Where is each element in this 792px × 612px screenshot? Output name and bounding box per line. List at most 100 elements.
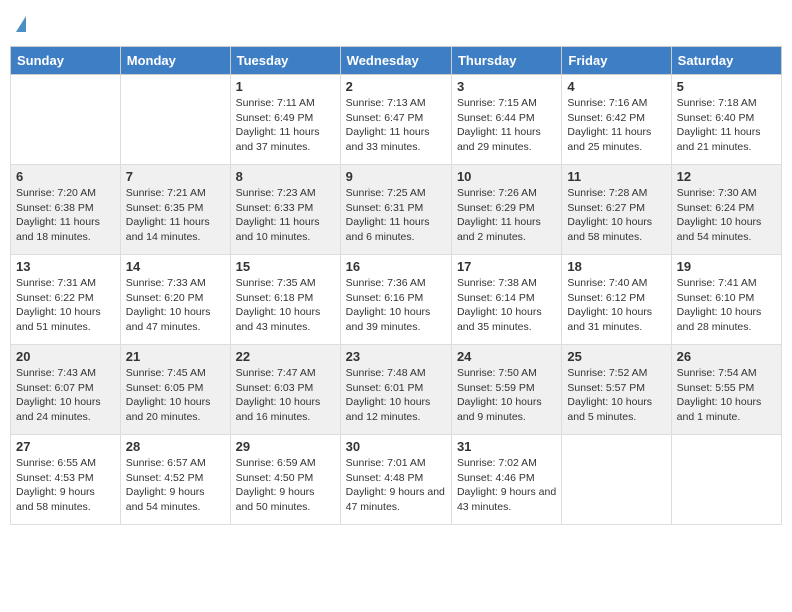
calendar-cell: 22 Sunrise: 7:47 AMSunset: 6:03 PMDayligh… xyxy=(230,345,340,435)
calendar-cell: 29 Sunrise: 6:59 AMSunset: 4:50 PMDayligh… xyxy=(230,435,340,525)
calendar-header-row: SundayMondayTuesdayWednesdayThursdayFrid… xyxy=(11,47,782,75)
day-number: 17 xyxy=(457,259,556,274)
day-of-week-header: Sunday xyxy=(11,47,121,75)
day-info: Sunrise: 7:54 AMSunset: 5:55 PMDaylight:… xyxy=(677,366,776,425)
calendar-week-row: 20Sunrise: 7:43 AMSunset: 6:07 PMDayligh… xyxy=(11,345,782,435)
day-info: Sunrise: 7:31 AMSunset: 6:22 PMDaylight:… xyxy=(16,276,115,335)
day-info: Sunrise: 7:47 AMSunset: 6:03 PMDaylight:… xyxy=(236,366,335,425)
calendar-cell: 30Sunrise: 7:01 AMSunset: 4:48 PMDayligh… xyxy=(340,435,451,525)
day-number: 14 xyxy=(126,259,225,274)
day-info: Sunrise: 7:28 AMSunset: 6:27 PMDaylight:… xyxy=(567,186,665,245)
day-info: Sunrise: 7:50 AMSunset: 5:59 PMDaylight:… xyxy=(457,366,556,425)
day-number: 8 xyxy=(236,169,335,184)
calendar-cell: 12 Sunrise: 7:30 AMSunset: 6:24 PMDayligh… xyxy=(671,165,781,255)
day-number: 28 xyxy=(126,439,225,454)
calendar-cell: 31 Sunrise: 7:02 AMSunset: 4:46 PMDayligh… xyxy=(451,435,561,525)
calendar-cell: 25 Sunrise: 7:52 AMSunset: 5:57 PMDayligh… xyxy=(562,345,671,435)
day-number: 25 xyxy=(567,349,665,364)
calendar-cell: 26 Sunrise: 7:54 AMSunset: 5:55 PMDayligh… xyxy=(671,345,781,435)
calendar-table: SundayMondayTuesdayWednesdayThursdayFrid… xyxy=(10,46,782,525)
calendar-cell: 2 Sunrise: 7:13 AMSunset: 6:47 PMDaylight… xyxy=(340,75,451,165)
day-info: Sunrise: 7:38 AMSunset: 6:14 PMDaylight:… xyxy=(457,276,556,335)
calendar-cell: 13 Sunrise: 7:31 AMSunset: 6:22 PMDayligh… xyxy=(11,255,121,345)
day-of-week-header: Thursday xyxy=(451,47,561,75)
calendar-week-row: 13 Sunrise: 7:31 AMSunset: 6:22 PMDayligh… xyxy=(11,255,782,345)
day-number: 18 xyxy=(567,259,665,274)
day-number: 27 xyxy=(16,439,115,454)
calendar-cell: 1Sunrise: 7:11 AMSunset: 6:49 PMDaylight… xyxy=(230,75,340,165)
calendar-week-row: 6Sunrise: 7:20 AMSunset: 6:38 PMDaylight… xyxy=(11,165,782,255)
day-of-week-header: Monday xyxy=(120,47,230,75)
day-number: 11 xyxy=(567,169,665,184)
day-number: 31 xyxy=(457,439,556,454)
calendar-cell: 5Sunrise: 7:18 AMSunset: 6:40 PMDaylight… xyxy=(671,75,781,165)
day-info: Sunrise: 7:35 AMSunset: 6:18 PMDaylight:… xyxy=(236,276,335,335)
day-number: 2 xyxy=(346,79,446,94)
day-number: 9 xyxy=(346,169,446,184)
calendar-cell: 6Sunrise: 7:20 AMSunset: 6:38 PMDaylight… xyxy=(11,165,121,255)
day-of-week-header: Tuesday xyxy=(230,47,340,75)
calendar-cell: 19 Sunrise: 7:41 AMSunset: 6:10 PMDayligh… xyxy=(671,255,781,345)
calendar-cell: 20Sunrise: 7:43 AMSunset: 6:07 PMDayligh… xyxy=(11,345,121,435)
calendar-cell xyxy=(120,75,230,165)
day-info: Sunrise: 6:57 AMSunset: 4:52 PMDaylight:… xyxy=(126,456,225,515)
day-info: Sunrise: 6:59 AMSunset: 4:50 PMDaylight:… xyxy=(236,456,335,515)
calendar-cell xyxy=(562,435,671,525)
day-number: 21 xyxy=(126,349,225,364)
day-info: Sunrise: 7:01 AMSunset: 4:48 PMDaylight:… xyxy=(346,456,446,515)
day-info: Sunrise: 7:23 AMSunset: 6:33 PMDaylight:… xyxy=(236,186,335,245)
calendar-cell: 9 Sunrise: 7:25 AMSunset: 6:31 PMDaylight… xyxy=(340,165,451,255)
calendar-cell xyxy=(671,435,781,525)
day-number: 7 xyxy=(126,169,225,184)
calendar-cell: 15 Sunrise: 7:35 AMSunset: 6:18 PMDayligh… xyxy=(230,255,340,345)
day-info: Sunrise: 7:02 AMSunset: 4:46 PMDaylight:… xyxy=(457,456,556,515)
day-number: 26 xyxy=(677,349,776,364)
day-number: 4 xyxy=(567,79,665,94)
calendar-cell: 16 Sunrise: 7:36 AMSunset: 6:16 PMDayligh… xyxy=(340,255,451,345)
calendar-cell: 8 Sunrise: 7:23 AMSunset: 6:33 PMDaylight… xyxy=(230,165,340,255)
day-info: Sunrise: 7:40 AMSunset: 6:12 PMDaylight:… xyxy=(567,276,665,335)
calendar-cell: 23 Sunrise: 7:48 AMSunset: 6:01 PMDayligh… xyxy=(340,345,451,435)
day-number: 5 xyxy=(677,79,776,94)
calendar-cell: 24 Sunrise: 7:50 AMSunset: 5:59 PMDayligh… xyxy=(451,345,561,435)
calendar-cell: 3 Sunrise: 7:15 AMSunset: 6:44 PMDaylight… xyxy=(451,75,561,165)
calendar-cell: 10Sunrise: 7:26 AMSunset: 6:29 PMDayligh… xyxy=(451,165,561,255)
calendar-cell xyxy=(11,75,121,165)
day-info: Sunrise: 7:15 AMSunset: 6:44 PMDaylight:… xyxy=(457,96,556,155)
day-number: 10 xyxy=(457,169,556,184)
day-info: Sunrise: 7:52 AMSunset: 5:57 PMDaylight:… xyxy=(567,366,665,425)
day-of-week-header: Saturday xyxy=(671,47,781,75)
day-info: Sunrise: 7:20 AMSunset: 6:38 PMDaylight:… xyxy=(16,186,115,245)
day-info: Sunrise: 7:16 AMSunset: 6:42 PMDaylight:… xyxy=(567,96,665,155)
day-of-week-header: Wednesday xyxy=(340,47,451,75)
calendar-week-row: 27 Sunrise: 6:55 AMSunset: 4:53 PMDayligh… xyxy=(11,435,782,525)
calendar-cell: 7 Sunrise: 7:21 AMSunset: 6:35 PMDaylight… xyxy=(120,165,230,255)
day-number: 3 xyxy=(457,79,556,94)
day-info: Sunrise: 7:25 AMSunset: 6:31 PMDaylight:… xyxy=(346,186,446,245)
day-info: Sunrise: 7:43 AMSunset: 6:07 PMDaylight:… xyxy=(16,366,115,425)
day-info: Sunrise: 7:36 AMSunset: 6:16 PMDaylight:… xyxy=(346,276,446,335)
day-number: 15 xyxy=(236,259,335,274)
day-info: Sunrise: 7:41 AMSunset: 6:10 PMDaylight:… xyxy=(677,276,776,335)
day-number: 13 xyxy=(16,259,115,274)
logo xyxy=(14,16,26,32)
day-number: 19 xyxy=(677,259,776,274)
day-number: 29 xyxy=(236,439,335,454)
calendar-cell: 28 Sunrise: 6:57 AMSunset: 4:52 PMDayligh… xyxy=(120,435,230,525)
day-info: Sunrise: 7:30 AMSunset: 6:24 PMDaylight:… xyxy=(677,186,776,245)
day-info: Sunrise: 7:11 AMSunset: 6:49 PMDaylight:… xyxy=(236,96,335,155)
day-number: 12 xyxy=(677,169,776,184)
day-number: 24 xyxy=(457,349,556,364)
day-info: Sunrise: 7:45 AMSunset: 6:05 PMDaylight:… xyxy=(126,366,225,425)
day-info: Sunrise: 7:21 AMSunset: 6:35 PMDaylight:… xyxy=(126,186,225,245)
day-of-week-header: Friday xyxy=(562,47,671,75)
day-number: 16 xyxy=(346,259,446,274)
day-info: Sunrise: 7:13 AMSunset: 6:47 PMDaylight:… xyxy=(346,96,446,155)
day-number: 22 xyxy=(236,349,335,364)
calendar-cell: 14 Sunrise: 7:33 AMSunset: 6:20 PMDayligh… xyxy=(120,255,230,345)
calendar-cell: 17 Sunrise: 7:38 AMSunset: 6:14 PMDayligh… xyxy=(451,255,561,345)
day-info: Sunrise: 7:33 AMSunset: 6:20 PMDaylight:… xyxy=(126,276,225,335)
day-info: Sunrise: 6:55 AMSunset: 4:53 PMDaylight:… xyxy=(16,456,115,515)
day-info: Sunrise: 7:48 AMSunset: 6:01 PMDaylight:… xyxy=(346,366,446,425)
day-number: 23 xyxy=(346,349,446,364)
